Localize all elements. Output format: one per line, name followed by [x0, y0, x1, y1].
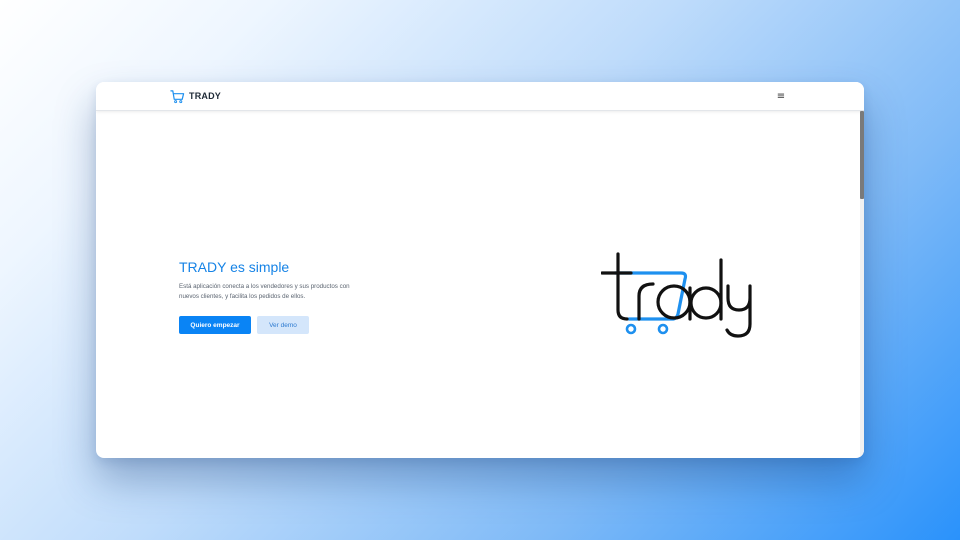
demo-button[interactable]: Ver demo — [257, 316, 309, 334]
logo-letter-t — [616, 252, 629, 321]
hero-description: Está aplicación conecta a los vendedores… — [179, 283, 350, 300]
hero-title: TRADY es simple — [179, 259, 290, 275]
scrollbar[interactable] — [860, 111, 864, 458]
start-button[interactable]: Quiero empezar — [179, 316, 251, 334]
brand-link[interactable]: TRADY — [170, 88, 221, 104]
logo-cart-basket — [613, 271, 688, 321]
logo-cart-wheel-right — [657, 323, 669, 335]
cart-icon — [170, 89, 185, 103]
hamburger-menu-icon[interactable]: ≡ — [774, 89, 788, 103]
navbar: TRADY ≡ — [96, 82, 864, 111]
brand-name: TRADY — [189, 91, 221, 101]
scrollbar-thumb[interactable] — [860, 111, 864, 199]
logo-letter-r — [637, 282, 655, 321]
logo-letter-a — [656, 284, 692, 320]
browser-window: TRADY ≡ TRADY es simple Está aplicación … — [96, 82, 864, 458]
logo-letter-d — [689, 286, 723, 320]
logo-letter-y — [725, 284, 752, 338]
logo-cart-wheel-left — [625, 323, 637, 335]
trady-cart-logo — [601, 252, 752, 338]
